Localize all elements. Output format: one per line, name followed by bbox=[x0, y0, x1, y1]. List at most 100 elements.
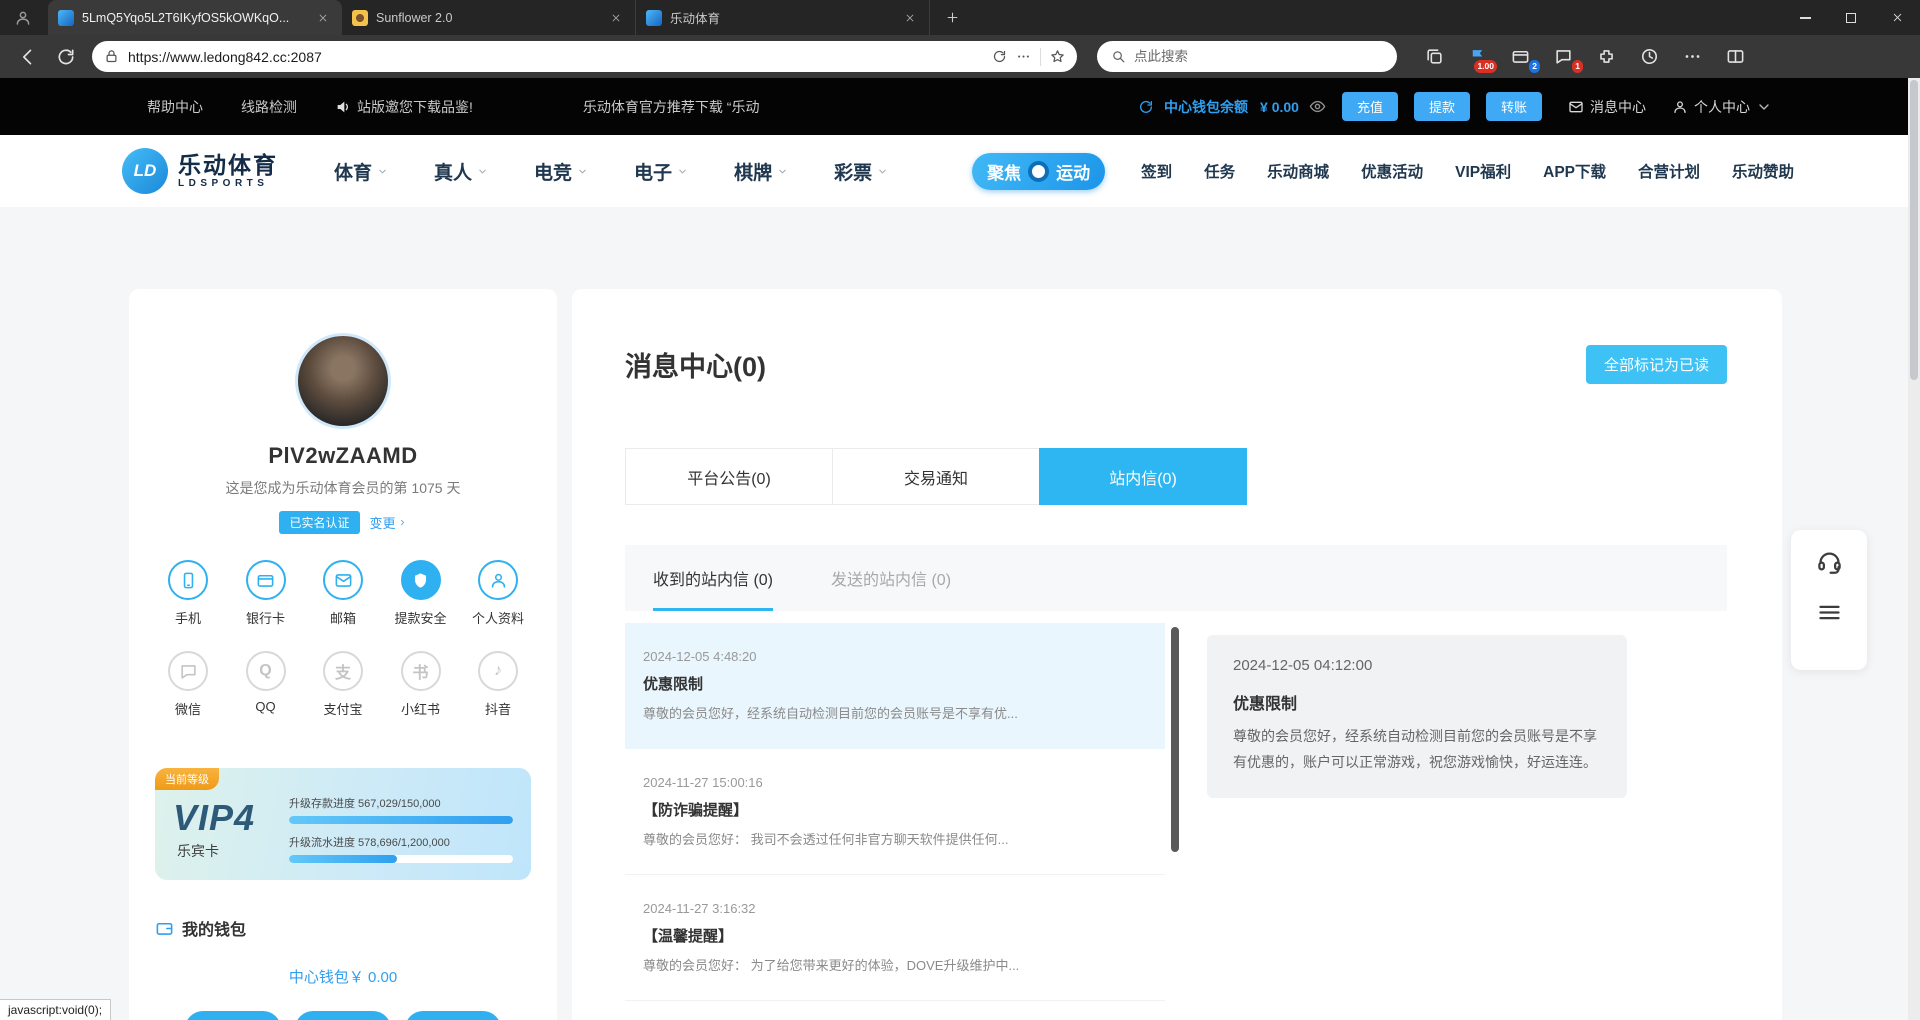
quick-menu-icon[interactable] bbox=[1816, 599, 1843, 626]
more-options-icon[interactable] bbox=[1016, 49, 1031, 64]
official-download-promo: 乐动体育官方推荐下载 “乐动 bbox=[583, 97, 760, 117]
nav-mall[interactable]: 乐动商城 bbox=[1267, 160, 1329, 182]
nav-checkin[interactable]: 签到 bbox=[1141, 160, 1172, 182]
browser-tab-2[interactable]: Sunflower 2.0 bbox=[342, 0, 636, 35]
maximize-button[interactable] bbox=[1828, 0, 1874, 35]
page-scrollbar[interactable] bbox=[1908, 78, 1920, 1020]
browser-tab-3[interactable]: 乐动体育 bbox=[636, 0, 930, 35]
deposit-button[interactable]: 充值 bbox=[1342, 92, 1398, 121]
tab-close-icon[interactable] bbox=[901, 9, 919, 27]
password-extension-icon[interactable]: 2 bbox=[1509, 46, 1531, 68]
menu-slots[interactable]: 电子 bbox=[634, 158, 688, 185]
chevron-down-icon bbox=[377, 166, 388, 177]
history-icon[interactable] bbox=[1638, 46, 1660, 68]
download-promo-link[interactable]: 站版邀您下载品鉴! bbox=[335, 97, 473, 117]
site-logo[interactable]: LD 乐动体育 LDSPORTS bbox=[122, 148, 278, 194]
split-screen-icon[interactable] bbox=[1724, 46, 1746, 68]
close-button[interactable] bbox=[1874, 0, 1920, 35]
favorite-star-icon[interactable] bbox=[1050, 49, 1065, 64]
transfer-button[interactable]: 转账 bbox=[1486, 92, 1542, 121]
bind-withdraw-security[interactable]: 提款安全 bbox=[388, 560, 454, 627]
focus-sports-banner[interactable]: 聚焦 运动 bbox=[972, 153, 1105, 190]
help-center-link[interactable]: 帮助中心 bbox=[147, 97, 203, 117]
bind-bank-card[interactable]: 银行卡 bbox=[233, 560, 299, 627]
profile-transfer-button[interactable]: 转账 bbox=[405, 1011, 501, 1020]
url-text[interactable]: https://www.ledong842.cc:2087 bbox=[128, 49, 983, 65]
nav-sponsorship[interactable]: 乐动赞助 bbox=[1732, 160, 1794, 182]
menu-esports[interactable]: 电竞 bbox=[534, 158, 588, 185]
subtab-sent-mail[interactable]: 发送的站内信 (0) bbox=[831, 545, 951, 611]
address-bar[interactable]: https://www.ledong842.cc:2087 bbox=[92, 41, 1077, 72]
wallet-balance-label: 中心钱包余额 bbox=[1164, 97, 1248, 117]
nav-app-download[interactable]: APP下载 bbox=[1543, 160, 1606, 182]
secondary-nav: 签到 任务 乐动商城 优惠活动 VIP福利 APP下载 合营计划 乐动赞助 bbox=[1141, 160, 1794, 182]
menu-sports[interactable]: 体育 bbox=[334, 158, 388, 185]
bank-card-icon bbox=[256, 571, 275, 590]
message-list: 2024-12-05 4:48:20 优惠限制 尊敬的会员您好，经系统自动检测目… bbox=[625, 623, 1165, 1020]
browser-menu-icon[interactable] bbox=[1681, 46, 1703, 68]
message-center-link[interactable]: 消息中心 bbox=[1568, 97, 1646, 117]
nav-affiliate[interactable]: 合营计划 bbox=[1638, 160, 1700, 182]
change-link[interactable]: 变更 bbox=[370, 513, 407, 532]
withdraw-button[interactable]: 提款 bbox=[1414, 92, 1470, 121]
tab-platform-announcements[interactable]: 平台公告(0) bbox=[625, 448, 833, 505]
message-list-scrollbar[interactable] bbox=[1171, 623, 1179, 1013]
nav-promotions[interactable]: 优惠活动 bbox=[1361, 160, 1423, 182]
focus-orb-icon bbox=[1028, 161, 1049, 182]
browser-profile-icon[interactable] bbox=[10, 5, 36, 31]
page-scrollbar-thumb[interactable] bbox=[1910, 80, 1918, 380]
wallet-refresh-icon[interactable] bbox=[1138, 99, 1154, 115]
extensions-puzzle-icon[interactable] bbox=[1595, 46, 1617, 68]
eye-icon[interactable] bbox=[1309, 98, 1326, 115]
search-box[interactable] bbox=[1097, 41, 1397, 72]
menu-board-games[interactable]: 棋牌 bbox=[734, 158, 788, 185]
nav-vip-benefits[interactable]: VIP福利 bbox=[1455, 160, 1511, 182]
tab-transaction-notices[interactable]: 交易通知 bbox=[832, 448, 1040, 505]
line-check-link[interactable]: 线路检测 bbox=[241, 97, 297, 117]
message-item-3[interactable]: 2024-11-27 3:16:32 【温馨提醒】 尊敬的会员您好： 为了给您带… bbox=[625, 875, 1165, 1001]
social-douyin[interactable]: ♪抖音 bbox=[465, 651, 531, 718]
nav-tasks[interactable]: 任务 bbox=[1204, 160, 1235, 182]
speaker-icon bbox=[335, 99, 351, 115]
message-item-1[interactable]: 2024-12-05 4:48:20 优惠限制 尊敬的会员您好，经系统自动检测目… bbox=[625, 623, 1165, 749]
chat-extension-icon[interactable]: 1 bbox=[1552, 46, 1574, 68]
back-icon[interactable] bbox=[18, 47, 38, 67]
reload-page-icon[interactable] bbox=[992, 49, 1007, 64]
social-wechat[interactable]: 微信 bbox=[155, 651, 221, 718]
personal-center-link[interactable]: 个人中心 bbox=[1672, 97, 1772, 117]
social-xiaohongshu[interactable]: 书小红书 bbox=[388, 651, 454, 718]
avatar[interactable] bbox=[295, 333, 391, 429]
chevron-down-icon bbox=[477, 166, 488, 177]
bind-phone[interactable]: 手机 bbox=[155, 560, 221, 627]
profile-withdraw-button[interactable]: 提款 bbox=[295, 1011, 391, 1020]
menu-lottery[interactable]: 彩票 bbox=[834, 158, 888, 185]
xiaohongshu-icon: 书 bbox=[401, 651, 441, 691]
browser-tab-1[interactable]: 5LmQ5Yqo5L2T6IKyfOS5kOWKqO... bbox=[48, 0, 342, 35]
message-item-2[interactable]: 2024-11-27 15:00:16 【防诈骗提醒】 尊敬的会员您好： 我司不… bbox=[625, 749, 1165, 875]
primary-menu: 体育 真人 电竞 电子 棋牌 彩票 bbox=[334, 158, 888, 185]
bind-personal-info[interactable]: 个人资料 bbox=[465, 560, 531, 627]
lock-icon[interactable] bbox=[104, 49, 119, 64]
menu-live-casino[interactable]: 真人 bbox=[434, 158, 488, 185]
tab-close-icon[interactable] bbox=[607, 9, 625, 27]
detail-body: 尊敬的会员您好，经系统自动检测目前您的会员账号是不享有优惠的，账户可以正常游戏，… bbox=[1233, 724, 1601, 776]
bind-email[interactable]: 邮箱 bbox=[310, 560, 376, 627]
refresh-icon[interactable] bbox=[56, 47, 76, 67]
mark-all-read-button[interactable]: 全部标记为已读 bbox=[1586, 345, 1727, 384]
social-qq[interactable]: QQQ bbox=[233, 651, 299, 718]
minimize-button[interactable] bbox=[1782, 0, 1828, 35]
wallet-extension-icon[interactable]: 1.00 bbox=[1466, 46, 1488, 68]
customer-service-icon[interactable] bbox=[1816, 548, 1843, 575]
subtab-received-mail[interactable]: 收到的站内信 (0) bbox=[653, 545, 773, 611]
reading-list-icon[interactable] bbox=[1423, 46, 1445, 68]
scrollbar-thumb[interactable] bbox=[1171, 627, 1179, 852]
vip-card[interactable]: 当前等级 VIP4 乐宾卡 升级存款进度 567,029/150,000 升级流… bbox=[155, 768, 531, 880]
message-item-4[interactable]: 2024-11-25 13:14:01 bbox=[625, 1001, 1165, 1020]
tab-site-mail[interactable]: 站内信(0) bbox=[1039, 448, 1247, 505]
profile-deposit-button[interactable]: 充值 bbox=[185, 1011, 281, 1020]
social-alipay[interactable]: 支支付宝 bbox=[310, 651, 376, 718]
search-input[interactable] bbox=[1134, 49, 1364, 64]
tab-close-icon[interactable] bbox=[314, 9, 332, 27]
my-wallet-title: 我的钱包 bbox=[182, 916, 246, 940]
new-tab-button[interactable] bbox=[938, 4, 966, 32]
